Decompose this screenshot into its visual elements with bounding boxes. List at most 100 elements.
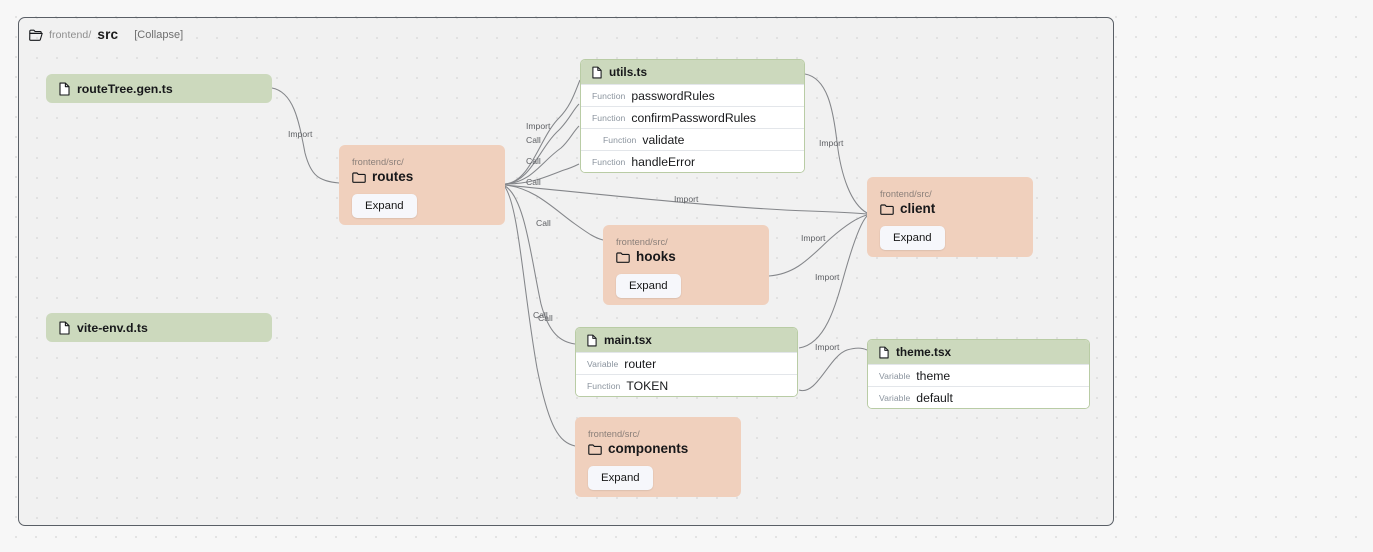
collapse-button[interactable]: [Collapse] xyxy=(134,29,183,41)
node-folder-client[interactable]: frontend/src/ client Expand xyxy=(867,177,1033,257)
node-file-theme[interactable]: theme.tsx Variable theme Variable defaul… xyxy=(867,339,1090,409)
edge-label: Import xyxy=(815,342,840,352)
folder-icon xyxy=(588,443,602,455)
folder-title: hooks xyxy=(616,249,756,265)
file-node-body[interactable]: vite-env.d.ts xyxy=(46,313,272,342)
file-card-header[interactable]: main.tsx xyxy=(576,328,797,352)
member-row[interactable]: Function TOKEN xyxy=(576,374,797,396)
folder-path: frontend/src/ xyxy=(880,189,932,199)
edge-label: Call xyxy=(533,310,548,320)
file-icon xyxy=(587,334,597,347)
file-name: vite-env.d.ts xyxy=(77,320,148,335)
edge-import-main-client: Import xyxy=(798,215,868,349)
node-folder-hooks[interactable]: frontend/src/ hooks Expand xyxy=(603,225,769,305)
folder-path: frontend/src/ xyxy=(616,237,668,247)
file-icon xyxy=(59,82,70,96)
member-row[interactable]: Variable theme xyxy=(868,364,1089,386)
file-icon xyxy=(592,66,602,79)
edge-import-routes-client: Import xyxy=(504,184,868,215)
file-name: routeTree.gen.ts xyxy=(77,81,173,96)
folder-name: hooks xyxy=(636,249,676,264)
member-label: default xyxy=(916,390,953,405)
graph-canvas[interactable]: frontend/ src [Collapse] Import Import C… xyxy=(18,17,1114,526)
file-card-header[interactable]: utils.ts xyxy=(581,60,804,84)
edge-label: Call xyxy=(538,313,553,323)
node-folder-routes[interactable]: frontend/src/ routes Expand xyxy=(339,145,505,225)
edge-label: Call xyxy=(536,218,551,228)
file-card-header[interactable]: theme.tsx xyxy=(868,340,1089,364)
folder-title: components xyxy=(588,441,728,457)
member-kind: Function xyxy=(587,380,621,391)
node-file-utils[interactable]: utils.ts Function passwordRules Function… xyxy=(580,59,805,173)
edge-call-routes-passwordrules: Call xyxy=(504,103,580,185)
member-kind: Variable xyxy=(587,358,619,369)
breadcrumb: frontend/ src [Collapse] xyxy=(29,27,183,42)
folder-path: frontend/src/ xyxy=(352,157,404,167)
member-kind: Function xyxy=(592,112,626,123)
member-row[interactable]: Function passwordRules xyxy=(581,84,804,106)
file-node-body[interactable]: routeTree.gen.ts xyxy=(46,74,272,103)
edge-call-routes-hooks: Call xyxy=(504,184,604,241)
member-label: router xyxy=(624,356,657,371)
member-kind: Variable xyxy=(879,370,911,381)
edge-import-routes-utils: Import xyxy=(504,79,581,185)
node-file-main[interactable]: main.tsx Variable router Function TOKEN xyxy=(575,327,798,397)
member-label: passwordRules xyxy=(631,88,715,103)
folder-name: routes xyxy=(372,169,414,184)
member-row[interactable]: Function validate xyxy=(581,128,804,150)
edge-label: Call xyxy=(526,156,541,166)
member-row[interactable]: Variable router xyxy=(576,352,797,374)
folder-title: client xyxy=(880,201,1020,217)
member-row[interactable]: Function handleError xyxy=(581,150,804,172)
member-kind: Variable xyxy=(879,392,911,403)
node-file-viteenv[interactable]: vite-env.d.ts xyxy=(46,313,272,342)
file-name: theme.tsx xyxy=(896,345,952,359)
member-label: TOKEN xyxy=(626,378,669,393)
folder-name: components xyxy=(608,441,689,456)
file-name: utils.ts xyxy=(609,65,648,79)
member-label: theme xyxy=(916,368,951,383)
expand-button[interactable]: Expand xyxy=(616,274,681,298)
member-kind: Function xyxy=(592,90,626,101)
member-row[interactable]: Function confirmPasswordRules xyxy=(581,106,804,128)
expand-button[interactable]: Expand xyxy=(880,226,945,250)
folder-name: client xyxy=(900,201,936,216)
edge-import-main-theme: Import xyxy=(798,342,868,391)
member-kind: Function xyxy=(603,134,637,145)
member-kind: Function xyxy=(592,156,626,167)
file-icon xyxy=(879,346,889,359)
edge-label: Import xyxy=(526,121,551,131)
folder-icon xyxy=(616,251,630,263)
breadcrumb-current: src xyxy=(97,27,119,42)
expand-button[interactable]: Expand xyxy=(352,194,417,218)
breadcrumb-prefix: frontend/ xyxy=(49,28,92,41)
edge-label: Import xyxy=(674,194,699,204)
edge-label: Import xyxy=(819,138,844,148)
edge-import-routetree-routes: Import xyxy=(271,87,340,184)
expand-button[interactable]: Expand xyxy=(588,466,653,490)
file-name: main.tsx xyxy=(604,333,652,347)
edge-label: Call xyxy=(526,177,541,187)
edge-label: Import xyxy=(288,129,313,139)
folder-path: frontend/src/ xyxy=(588,429,640,439)
file-icon xyxy=(59,321,70,335)
folder-icon xyxy=(880,203,894,215)
member-label: confirmPasswordRules xyxy=(631,110,756,125)
node-file-routetree[interactable]: routeTree.gen.ts xyxy=(46,74,272,103)
edge-call-routes-confirmpasswordrules: Call xyxy=(504,125,580,185)
edge-call-routes-handleerror: Call xyxy=(504,163,580,187)
member-label: validate xyxy=(642,132,685,147)
member-label: handleError xyxy=(631,154,696,169)
folder-icon xyxy=(352,171,366,183)
edge-call-routes-components: Call xyxy=(504,186,576,447)
edge-label: Import xyxy=(801,233,826,243)
node-folder-components[interactable]: frontend/src/ components Expand xyxy=(575,417,741,497)
edge-call-routes-main: Call xyxy=(504,185,576,345)
edge-label: Call xyxy=(526,135,541,145)
edge-import-utils-client: Import xyxy=(804,73,868,214)
folder-title: routes xyxy=(352,169,492,185)
folder-open-icon xyxy=(29,29,43,41)
edge-label: Import xyxy=(815,272,840,282)
member-row[interactable]: Variable default xyxy=(868,386,1089,408)
edge-import-hooks-client: Import xyxy=(768,214,868,277)
